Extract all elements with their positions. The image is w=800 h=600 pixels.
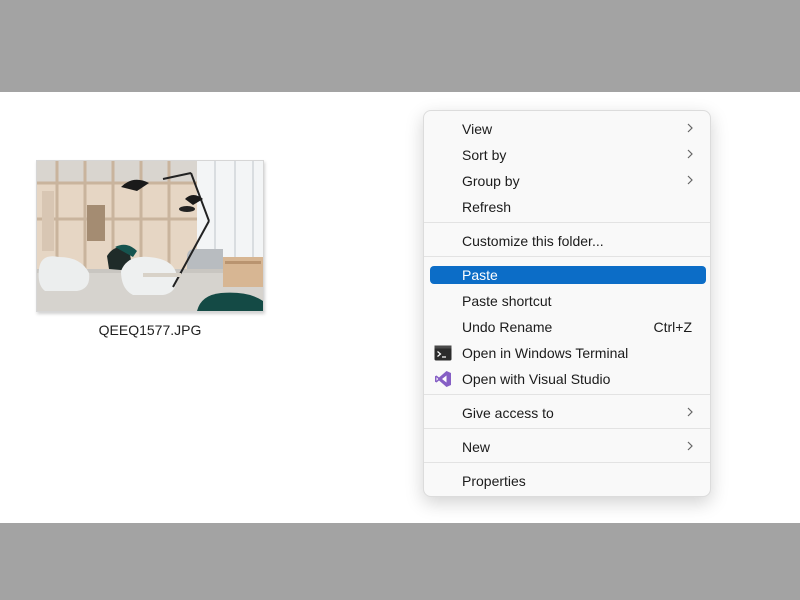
menu-separator [424,222,710,223]
menu-item-label: Open in Windows Terminal [462,345,629,361]
chevron-right-icon [687,149,693,159]
interior-photo-thumbnail [37,161,263,311]
menu-item-label: Paste [462,267,498,283]
menu-separator [424,462,710,463]
menu-item-customize-folder[interactable]: Customize this folder... [430,231,706,251]
menu-item-label: View [462,121,493,137]
chevron-right-icon [687,407,693,417]
menu-item-label: Paste shortcut [462,293,552,309]
menu-item-label: Group by [462,173,520,189]
menu-item-label: Give access to [462,405,554,421]
menu-item-label: Customize this folder... [462,233,604,249]
menu-item-label: Properties [462,473,526,489]
menu-item-undo-rename[interactable]: Undo Rename Ctrl+Z [430,317,706,337]
chevron-right-icon [687,175,693,185]
menu-separator [424,256,710,257]
terminal-icon [434,345,452,361]
menu-separator [424,394,710,395]
file-thumbnail[interactable] [36,160,264,312]
context-menu: View Sort by Group by Refresh Customize … [423,110,711,497]
keyboard-shortcut: Ctrl+Z [653,319,693,335]
menu-item-give-access[interactable]: Give access to [430,403,706,423]
menu-item-label: Undo Rename [462,319,553,335]
menu-item-label: Open with Visual Studio [462,371,611,387]
visual-studio-icon [435,371,451,387]
menu-item-refresh[interactable]: Refresh [430,197,706,217]
chevron-right-icon [687,123,693,133]
file-item[interactable]: QEEQ1577.JPG [36,160,264,338]
menu-item-new[interactable]: New [430,437,706,457]
menu-item-properties[interactable]: Properties [430,471,706,491]
desktop-area[interactable]: QEEQ1577.JPG View Sort by Group by Refre… [0,92,800,523]
menu-item-label: New [462,439,491,455]
menu-item-label: Refresh [462,199,512,215]
menu-separator [424,428,710,429]
menu-item-paste[interactable]: Paste [430,266,706,284]
menu-item-paste-shortcut[interactable]: Paste shortcut [430,291,706,311]
menu-item-open-visual-studio[interactable]: Open with Visual Studio [430,369,706,389]
file-name-label[interactable]: QEEQ1577.JPG [36,322,264,338]
chevron-right-icon [687,441,693,451]
menu-item-group-by[interactable]: Group by [430,171,706,191]
menu-item-open-terminal[interactable]: Open in Windows Terminal [430,343,706,363]
menu-item-view[interactable]: View [430,119,706,139]
menu-item-label: Sort by [462,147,507,163]
menu-item-sort-by[interactable]: Sort by [430,145,706,165]
